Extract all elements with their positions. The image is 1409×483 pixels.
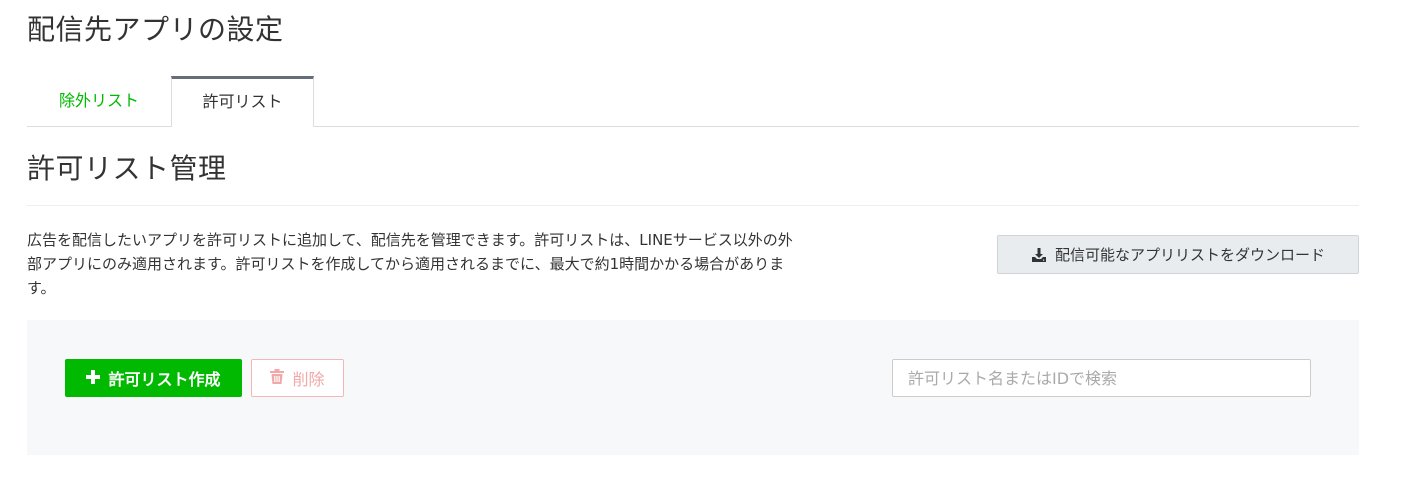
page-title: 配信先アプリの設定 [27, 13, 284, 46]
tab-allow-list[interactable]: 許可リスト [171, 76, 314, 127]
tab-bar: 除外リスト 許可リスト [27, 76, 1359, 127]
search-input[interactable] [892, 359, 1311, 397]
create-allow-list-button[interactable]: 許可リスト作成 [65, 359, 242, 397]
download-button-label: 配信可能なアプリリストをダウンロード [1054, 246, 1325, 264]
section-description: 広告を配信したいアプリを許可リストに追加して、配信先を管理できます。許可リストは… [27, 231, 793, 297]
plus-icon [86, 369, 101, 388]
delete-button[interactable]: 削除 [251, 359, 344, 397]
download-icon [1031, 247, 1047, 263]
trash-icon [270, 368, 285, 388]
allow-list-panel: 許可リスト作成 削除 [27, 320, 1359, 455]
section-title: 許可リスト管理 [27, 152, 227, 185]
tab-exclude-list[interactable]: 除外リスト [27, 76, 171, 125]
create-button-label: 許可リスト作成 [108, 370, 221, 389]
delete-button-label: 削除 [292, 370, 325, 389]
page: 配信先アプリの設定 除外リスト 許可リスト 許可リスト管理 広告を配信したいアプ… [0, 0, 1409, 483]
download-app-list-button[interactable]: 配信可能なアプリリストをダウンロード [997, 235, 1359, 274]
section-divider [27, 205, 1359, 206]
